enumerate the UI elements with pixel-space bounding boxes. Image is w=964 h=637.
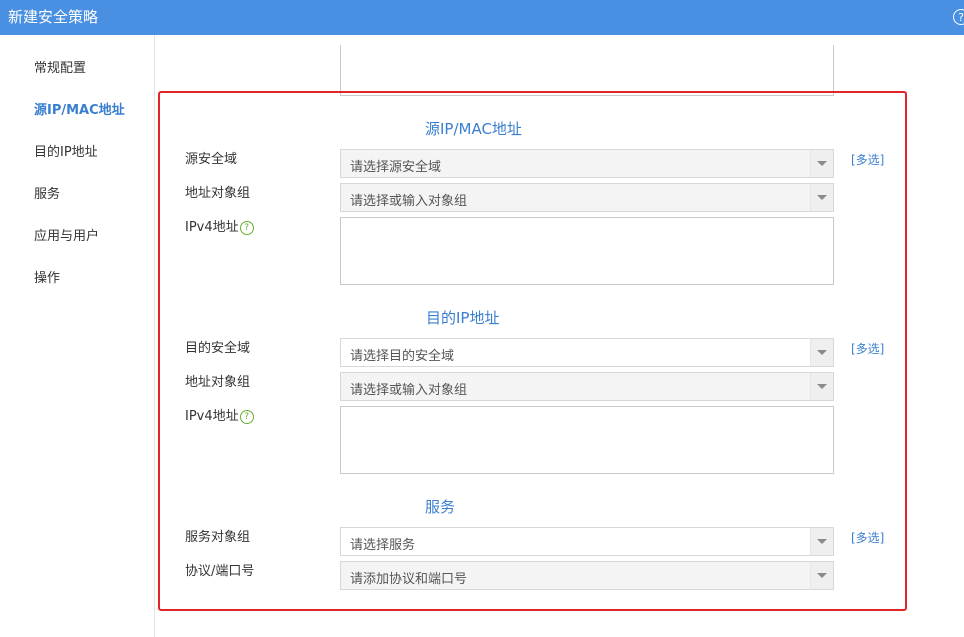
sidebar-item-destination-ip[interactable]: 目的IP地址 bbox=[34, 141, 98, 160]
sidebar-item-source-ip-mac[interactable]: 源IP/MAC地址 bbox=[34, 99, 125, 118]
destination-section-title: 目的IP地址 bbox=[426, 309, 500, 327]
source-section-title: 源IP/MAC地址 bbox=[425, 120, 522, 138]
sidebar-item-action[interactable]: 操作 bbox=[34, 267, 60, 286]
help-icon[interactable]: ? bbox=[953, 9, 964, 25]
protocol-port-label: 协议/端口号 bbox=[185, 564, 255, 579]
destination-zone-label: 目的安全域 bbox=[185, 341, 251, 356]
service-multi-select-link[interactable]: [多选] bbox=[851, 529, 884, 546]
destination-ipv4-label: IPv4地址? bbox=[185, 405, 254, 424]
source-ipv4-label: IPv4地址? bbox=[185, 216, 254, 235]
destination-address-group-select[interactable]: 请选择或输入对象组 bbox=[340, 372, 834, 401]
previous-section-textarea[interactable] bbox=[340, 45, 834, 96]
dialog-titlebar: 新建安全策略 ? bbox=[0, 0, 964, 35]
service-group-placeholder: 请选择服务 bbox=[350, 538, 416, 553]
destination-zone-placeholder: 请选择目的安全域 bbox=[350, 349, 455, 364]
chevron-down-icon[interactable] bbox=[810, 528, 833, 555]
sidebar-nav: 常规配置 源IP/MAC地址 目的IP地址 服务 应用与用户 操作 bbox=[0, 35, 155, 637]
sidebar-item-general[interactable]: 常规配置 bbox=[34, 57, 86, 76]
chevron-down-icon[interactable] bbox=[810, 150, 833, 177]
source-zone-placeholder: 请选择源安全域 bbox=[350, 160, 442, 175]
source-address-group-placeholder: 请选择或输入对象组 bbox=[350, 194, 468, 209]
service-group-label: 服务对象组 bbox=[185, 530, 251, 545]
service-group-select[interactable]: 请选择服务 bbox=[340, 527, 834, 556]
destination-zone-multi-select-link[interactable]: [多选] bbox=[851, 340, 884, 357]
destination-ipv4-textarea[interactable] bbox=[340, 406, 834, 474]
destination-address-group-label: 地址对象组 bbox=[185, 375, 251, 390]
destination-address-group-placeholder: 请选择或输入对象组 bbox=[350, 383, 468, 398]
source-zone-select[interactable]: 请选择源安全域 bbox=[340, 149, 834, 178]
destination-zone-select[interactable]: 请选择目的安全域 bbox=[340, 338, 834, 367]
source-zone-multi-select-link[interactable]: [多选] bbox=[851, 151, 884, 168]
dialog-title: 新建安全策略 bbox=[8, 8, 99, 26]
source-zone-label: 源安全域 bbox=[185, 152, 238, 167]
question-circle-icon[interactable]: ? bbox=[239, 409, 254, 424]
sidebar-item-app-user[interactable]: 应用与用户 bbox=[34, 225, 99, 244]
protocol-port-placeholder: 请添加协议和端口号 bbox=[350, 572, 468, 587]
chevron-down-icon[interactable] bbox=[810, 373, 833, 400]
service-section-title: 服务 bbox=[425, 498, 456, 516]
source-ipv4-label-text: IPv4地址 bbox=[185, 220, 239, 235]
chevron-down-icon[interactable] bbox=[810, 184, 833, 211]
sidebar-item-service[interactable]: 服务 bbox=[34, 183, 60, 202]
destination-ipv4-label-text: IPv4地址 bbox=[185, 409, 239, 424]
source-address-group-label: 地址对象组 bbox=[185, 186, 251, 201]
chevron-down-icon[interactable] bbox=[810, 562, 833, 589]
question-circle-icon[interactable]: ? bbox=[239, 220, 254, 235]
source-address-group-select[interactable]: 请选择或输入对象组 bbox=[340, 183, 834, 212]
source-ipv4-textarea[interactable] bbox=[340, 217, 834, 285]
chevron-down-icon[interactable] bbox=[810, 339, 833, 366]
protocol-port-select[interactable]: 请添加协议和端口号 bbox=[340, 561, 834, 590]
